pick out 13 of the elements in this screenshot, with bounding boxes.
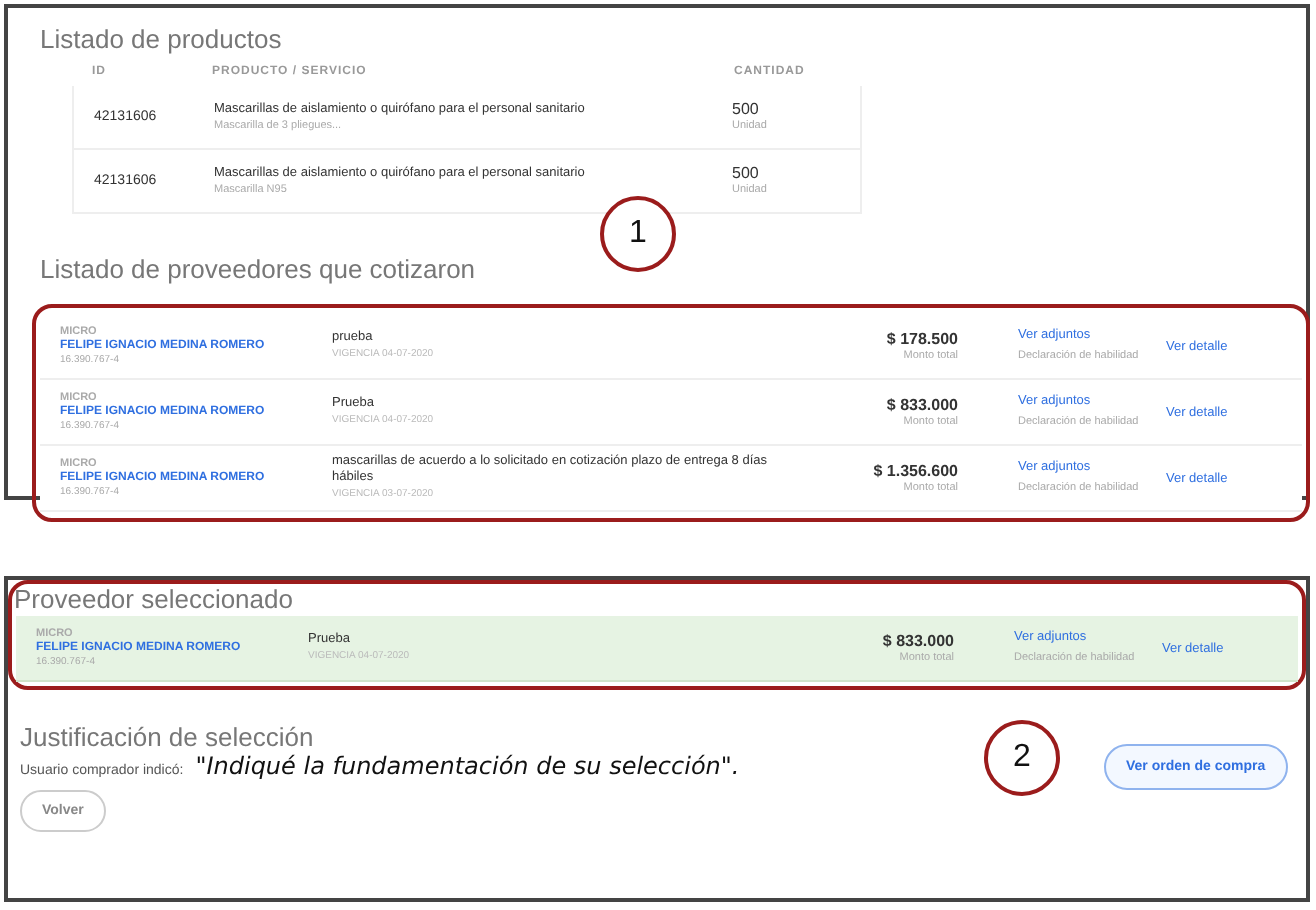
section-title: Proveedor seleccionado (14, 584, 293, 614)
annotation-marker: 1 (600, 196, 676, 272)
total-amount: $ 833.000 (882, 631, 954, 649)
quantity: 500 (732, 100, 761, 118)
quantity: 500 (732, 164, 761, 182)
total-amount: $ 833.000 (886, 395, 958, 413)
section-title: Listado de proveedores que cotizaron (40, 254, 478, 284)
section-title: Justificación de selección (20, 722, 316, 752)
annotation-marker: 2 (984, 720, 1060, 796)
total-amount: $ 1.356.600 (873, 461, 958, 479)
justification-text: "Indiqué la fundamentación de su selección". (195, 752, 740, 780)
total-amount: $ 178.500 (886, 329, 958, 347)
section-title: Listado de productos (40, 24, 284, 54)
